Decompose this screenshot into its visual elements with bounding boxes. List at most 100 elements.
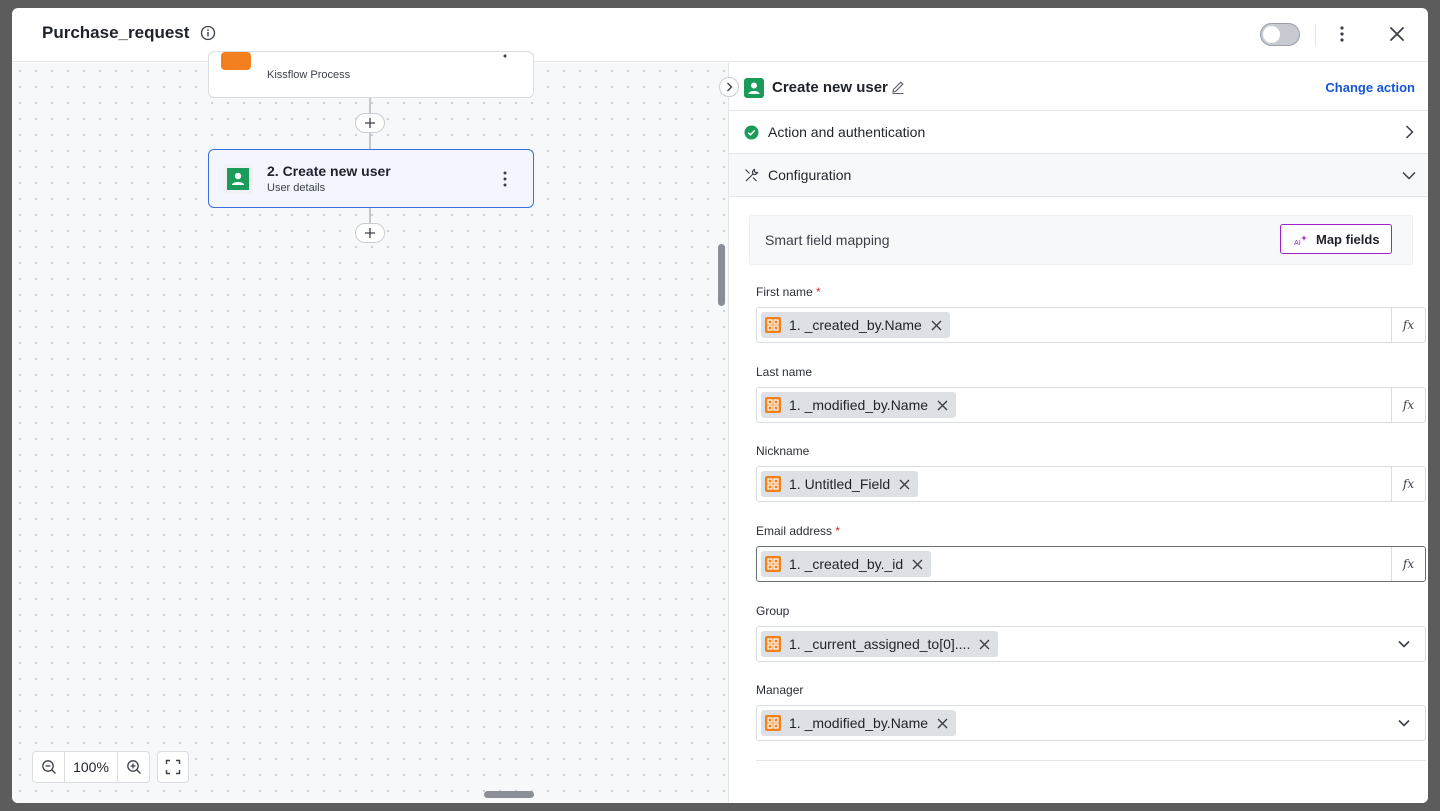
add-step-button[interactable] <box>355 113 385 133</box>
horizontal-scrollbar[interactable] <box>484 791 534 798</box>
panel-title: Create new user <box>772 79 888 96</box>
required-marker: * <box>835 524 841 538</box>
field-label-group: Group <box>756 604 790 618</box>
node-title: 2. Create new user <box>267 163 391 179</box>
chip-label: 1. _created_by.Name <box>789 317 922 333</box>
formula-button[interactable]: fx <box>1391 308 1425 342</box>
chip-label: 1. _created_by._id <box>789 556 904 572</box>
chip-label: 1. _modified_by.Name <box>789 715 929 731</box>
close-icon[interactable] <box>1388 25 1406 43</box>
enable-toggle[interactable] <box>1260 23 1300 46</box>
kissflow-icon <box>765 397 781 413</box>
last-name-field[interactable]: 1. _modified_by.Name fx <box>756 387 1426 423</box>
more-options-icon[interactable] <box>1334 22 1350 46</box>
remove-chip-icon[interactable] <box>931 320 942 331</box>
zoom-controls: 100% <box>32 751 150 783</box>
kissflow-icon <box>765 476 781 492</box>
svg-text:AI: AI <box>1294 239 1301 247</box>
connector-line <box>369 133 371 149</box>
toggle-knob <box>1263 26 1280 43</box>
flow-node-kissflow-process[interactable]: Kissflow Process <box>208 51 534 98</box>
smart-mapping-label: Smart field mapping <box>765 232 890 248</box>
zoom-out-icon <box>41 760 56 774</box>
check-circle-icon <box>744 125 759 140</box>
first-name-field[interactable]: 1. _created_by.Name fx <box>756 307 1426 343</box>
panel-header: Create new user Change action <box>729 63 1428 111</box>
section-label: Configuration <box>768 167 852 183</box>
remove-chip-icon[interactable] <box>937 718 948 729</box>
required-marker: * <box>816 285 821 299</box>
tools-icon <box>745 168 759 182</box>
nickname-field[interactable]: 1. Untitled_Field fx <box>756 466 1426 502</box>
plus-icon <box>365 228 375 238</box>
remove-chip-icon[interactable] <box>899 479 910 490</box>
mapped-value-chip[interactable]: 1. _modified_by.Name <box>761 392 957 418</box>
node-more-icon[interactable] <box>499 168 511 190</box>
flow-canvas[interactable]: Kissflow Process 2. Create new user User… <box>12 51 728 803</box>
kissflow-icon <box>765 556 781 572</box>
field-label-last-name: Last name <box>756 365 813 379</box>
chip-label: 1. _modified_by.Name <box>789 397 929 413</box>
divider <box>756 760 1426 761</box>
remove-chip-icon[interactable] <box>937 400 948 411</box>
formula-button[interactable]: fx <box>1391 388 1425 422</box>
chevron-down-icon[interactable] <box>1397 716 1411 730</box>
field-label-first-name: First name * <box>756 285 821 299</box>
field-label-manager: Manager <box>756 683 804 697</box>
change-action-link[interactable]: Change action <box>1325 80 1415 95</box>
remove-chip-icon[interactable] <box>979 639 990 650</box>
map-fields-label: Map fields <box>1316 232 1380 247</box>
kissflow-icon <box>765 636 781 652</box>
plus-icon <box>365 118 375 128</box>
add-step-button[interactable] <box>355 223 385 243</box>
node-subtitle: Kissflow Process <box>267 69 351 81</box>
zoom-level: 100% <box>64 752 118 782</box>
mapped-value-chip[interactable]: 1. _modified_by.Name <box>761 710 957 736</box>
mapped-value-chip[interactable]: 1. _created_by._id <box>761 551 932 577</box>
field-label-email: Email address * <box>756 524 841 538</box>
user-icon <box>744 78 764 98</box>
chip-label: 1. Untitled_Field <box>789 476 891 492</box>
smart-field-mapping: Smart field mapping AI Map fields <box>749 215 1413 265</box>
zoom-out-button[interactable] <box>33 752 64 782</box>
fit-view-button[interactable] <box>157 751 189 783</box>
mapped-value-chip[interactable]: 1. Untitled_Field <box>761 471 919 497</box>
user-icon <box>223 164 253 194</box>
formula-button[interactable]: fx <box>1391 467 1425 501</box>
kissflow-icon <box>765 317 781 333</box>
group-select[interactable]: 1. _current_assigned_to[0].... <box>756 626 1426 662</box>
field-label-nickname: Nickname <box>756 444 810 458</box>
remove-chip-icon[interactable] <box>912 559 923 570</box>
mapped-value-chip[interactable]: 1. _current_assigned_to[0].... <box>761 631 999 657</box>
section-action-authentication[interactable]: Action and authentication <box>729 111 1428 154</box>
ai-sparkle-icon: AI <box>1294 235 1307 247</box>
section-label: Action and authentication <box>768 124 926 140</box>
chevron-down-icon[interactable] <box>1397 637 1411 651</box>
header-divider <box>1315 24 1316 46</box>
info-icon[interactable] <box>200 25 216 41</box>
flow-node-create-new-user[interactable]: 2. Create new user User details <box>208 149 534 208</box>
action-panel: Create new user Change action Action and… <box>719 63 1428 803</box>
page-title: Purchase_request <box>42 23 190 42</box>
zoom-in-button[interactable] <box>118 752 149 782</box>
section-configuration[interactable]: Configuration <box>729 154 1428 197</box>
manager-select[interactable]: 1. _modified_by.Name <box>756 705 1426 741</box>
workflow-modal: Purchase_request Kissflow Process 2. Cre… <box>12 8 1428 803</box>
collapse-panel-button[interactable] <box>719 77 739 97</box>
connector-line <box>369 208 371 224</box>
node-more-icon[interactable] <box>499 50 511 72</box>
fullscreen-icon <box>165 759 181 775</box>
formula-button[interactable]: fx <box>1391 547 1425 581</box>
vertical-scrollbar[interactable] <box>718 244 725 306</box>
chevron-right-icon <box>1405 125 1414 139</box>
mapped-value-chip[interactable]: 1. _created_by.Name <box>761 312 950 338</box>
chevron-right-icon <box>727 82 733 92</box>
edit-pencil-icon[interactable] <box>890 79 906 95</box>
email-address-field[interactable]: 1. _created_by._id fx <box>756 546 1426 582</box>
zoom-in-icon <box>126 760 141 774</box>
kissflow-icon <box>765 715 781 731</box>
map-fields-button[interactable]: AI Map fields <box>1280 224 1392 254</box>
chip-label: 1. _current_assigned_to[0].... <box>789 636 971 652</box>
kissflow-icon <box>221 52 251 70</box>
chevron-down-icon <box>1402 171 1416 180</box>
